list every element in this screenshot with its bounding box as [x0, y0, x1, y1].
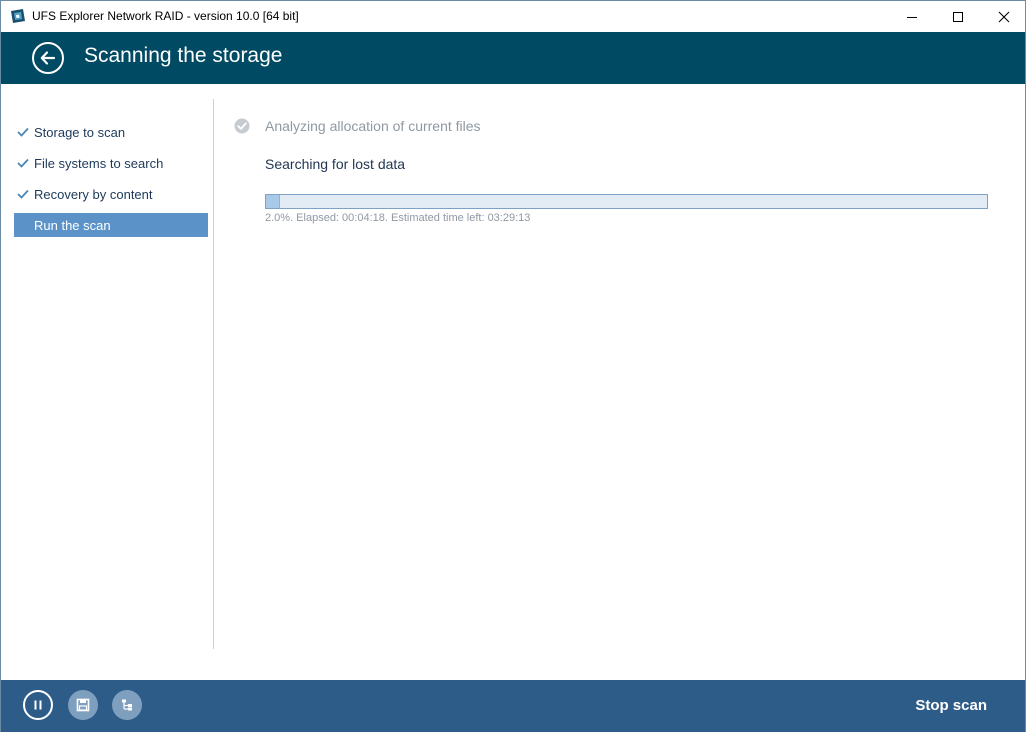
progress-status-text: 2.0%. Elapsed: 00:04:18. Estimated time …: [265, 212, 531, 224]
completed-phase: Analyzing allocation of current files: [234, 118, 481, 134]
step-label: Storage to scan: [34, 124, 126, 140]
minimize-button[interactable]: [889, 1, 935, 32]
back-arrow-icon: [40, 51, 56, 65]
view-tree-button[interactable]: [112, 690, 142, 720]
check-circle-icon: [234, 118, 250, 134]
save-icon: [76, 698, 90, 712]
step-storage-to-scan[interactable]: Storage to scan: [14, 120, 208, 144]
sidebar-divider: [213, 99, 214, 649]
maximize-button[interactable]: [935, 1, 981, 32]
maximize-icon: [953, 11, 963, 22]
step-label: Run the scan: [34, 217, 111, 233]
check-icon: [14, 182, 34, 206]
scan-progress-bar: [265, 194, 988, 209]
step-file-systems-to-search[interactable]: File systems to search: [14, 151, 208, 175]
completed-phase-label: Analyzing allocation of current files: [265, 118, 481, 134]
app-window: UFS Explorer Network RAID - version 10.0…: [0, 0, 1026, 732]
window-title: UFS Explorer Network RAID - version 10.0…: [32, 9, 299, 23]
check-icon: [14, 151, 34, 175]
step-label: Recovery by content: [34, 186, 153, 202]
app-logo-icon: [11, 9, 25, 23]
current-phase-label: Searching for lost data: [265, 156, 406, 172]
page-header: Scanning the storage: [1, 32, 1025, 84]
back-button[interactable]: [32, 42, 64, 74]
bottom-toolbar: Stop scan: [1, 680, 1025, 732]
title-bar: UFS Explorer Network RAID - version 10.0…: [1, 1, 1025, 32]
step-label: File systems to search: [34, 155, 164, 171]
step-recovery-by-content[interactable]: Recovery by content: [14, 182, 208, 206]
progress-fill: [266, 195, 281, 208]
close-button[interactable]: [981, 1, 1026, 32]
save-scan-button[interactable]: [68, 690, 98, 720]
check-icon: [14, 120, 34, 144]
tree-icon: [122, 699, 132, 711]
pause-button[interactable]: [23, 690, 53, 720]
close-icon: [998, 11, 1010, 22]
stop-scan-button[interactable]: Stop scan: [915, 697, 987, 714]
page-title: Scanning the storage: [84, 44, 283, 67]
step-run-the-scan[interactable]: Run the scan: [14, 213, 208, 237]
pause-icon: [34, 700, 42, 710]
minimize-icon: [907, 16, 917, 18]
